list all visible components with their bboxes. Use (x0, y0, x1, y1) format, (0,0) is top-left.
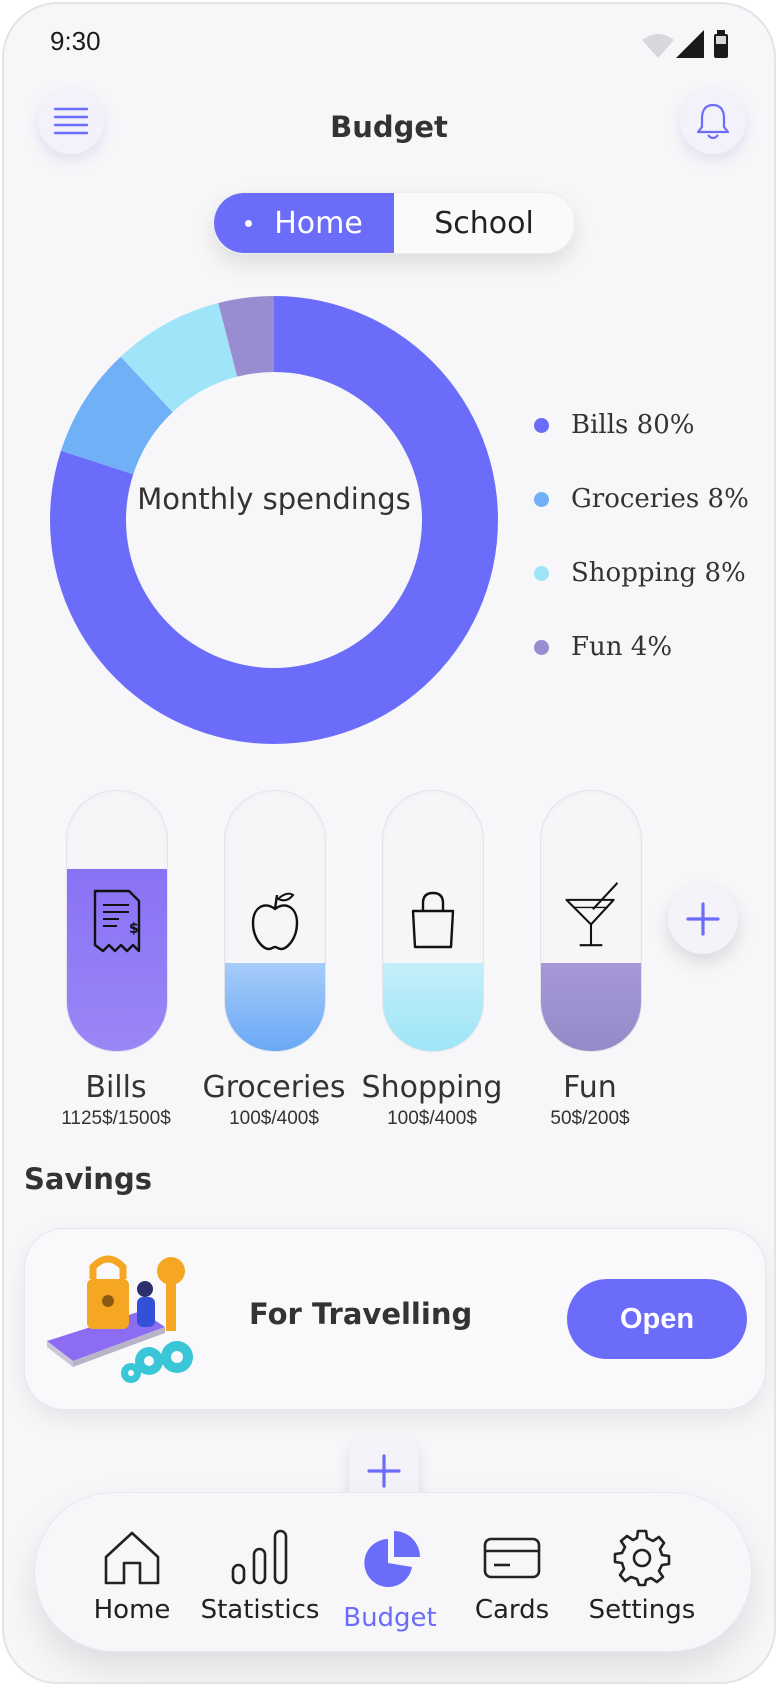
nav-label: Cards (474, 1595, 550, 1625)
jar-fill (541, 963, 641, 1051)
legend-item-fun: Fun 4% (534, 610, 749, 684)
category-label: Shopping (361, 1070, 503, 1105)
selected-dot (245, 219, 253, 227)
add-category-button[interactable] (668, 884, 738, 954)
savings-card: For Travelling Open (24, 1228, 766, 1410)
bar-chart-icon (231, 1529, 288, 1585)
jar-groceries[interactable] (224, 790, 326, 1052)
nav-label: Settings (588, 1595, 696, 1625)
plus-icon (367, 1454, 401, 1488)
wifi-icon (642, 34, 674, 58)
signal-icon (676, 30, 704, 58)
jar-fun[interactable] (540, 790, 642, 1052)
nav-item-cards[interactable]: Cards (447, 1493, 577, 1651)
segment-home[interactable]: Home (214, 193, 394, 253)
nav-item-statistics[interactable]: Statistics (195, 1493, 325, 1651)
jar-bills[interactable]: $ (66, 790, 168, 1052)
jar-fill (383, 963, 483, 1051)
cocktail-icon (565, 882, 619, 947)
svg-text:$: $ (129, 921, 139, 937)
savings-card-title: For Travelling (249, 1297, 473, 1331)
legend-item-groceries: Groceries 8% (534, 462, 749, 536)
spending-donut-chart (50, 296, 498, 744)
legend-item-bills: Bills 80% (534, 388, 749, 462)
nav-item-budget[interactable]: Budget (325, 1493, 455, 1651)
home-icon (104, 1531, 160, 1585)
open-savings-button[interactable]: Open (567, 1279, 747, 1359)
budget-segment-control: Home School (213, 192, 575, 254)
bottom-nav: Home Statistics Budget Cards Settings (34, 1492, 752, 1652)
category-amount: 100$/400$ (387, 1108, 477, 1129)
legend-item-shopping: Shopping 8% (534, 536, 749, 610)
category-label: Bills (85, 1070, 147, 1105)
shopping-bag-icon (411, 891, 455, 949)
apple-icon (251, 892, 299, 951)
card-icon (483, 1537, 541, 1579)
category-label: Groceries (202, 1070, 346, 1105)
savings-illustration (47, 1255, 193, 1383)
category-amount: 1125$/1500$ (61, 1108, 171, 1129)
category-label: Fun (563, 1070, 617, 1105)
legend-dot (534, 565, 549, 581)
chart-legend: Bills 80% Groceries 8% Shopping 8% Fun 4… (534, 388, 749, 684)
bell-icon (696, 103, 730, 140)
status-time: 9:30 (50, 26, 101, 56)
savings-heading: Savings (24, 1162, 152, 1196)
page-title: Budget (330, 110, 448, 144)
pie-chart-icon (364, 1531, 420, 1587)
nav-label: Home (93, 1595, 171, 1625)
donut-center-label: Monthly spendings (137, 482, 411, 516)
legend-dot (534, 417, 549, 433)
nav-label: Statistics (200, 1595, 320, 1625)
jar-shopping[interactable] (382, 790, 484, 1052)
receipt-icon: $ (93, 889, 141, 953)
status-icons (642, 30, 728, 58)
legend-dot (534, 639, 549, 655)
segment-school[interactable]: School (394, 193, 574, 253)
gear-icon (613, 1529, 671, 1587)
jar-fill (225, 963, 325, 1051)
nav-label: Budget (343, 1603, 437, 1633)
notifications-button[interactable] (680, 88, 746, 154)
category-amount: 50$/200$ (550, 1108, 630, 1129)
phone-frame: 9:30 Budget Home School Monthly spending… (2, 2, 776, 1684)
legend-dot (534, 491, 549, 507)
nav-item-home[interactable]: Home (67, 1493, 197, 1651)
plus-icon (686, 902, 720, 936)
category-amount: 100$/400$ (229, 1108, 319, 1129)
nav-item-settings[interactable]: Settings (577, 1493, 707, 1651)
